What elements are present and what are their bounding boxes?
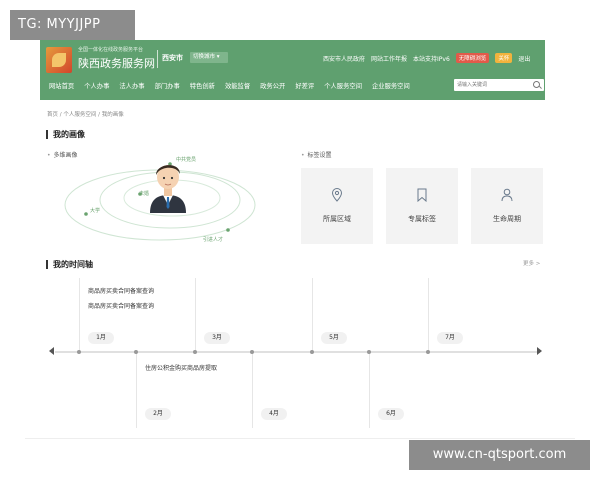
watermark-top-left: TG: MYYJJPP bbox=[10, 10, 135, 40]
breadcrumb: 首页 / 个人服务空间 / 我的画像 bbox=[47, 112, 124, 118]
nav-personal-space[interactable]: 个人服务空间 bbox=[319, 81, 367, 90]
accessibility-button[interactable]: 无障碍浏览 bbox=[455, 53, 490, 63]
timeline-guide bbox=[252, 352, 253, 428]
nav-innovation[interactable]: 特色创新 bbox=[185, 81, 220, 90]
nav-disclosure[interactable]: 政务公开 bbox=[255, 81, 290, 90]
timeline-event[interactable]: 商品房买卖合同备案查询 bbox=[88, 301, 154, 310]
tile-lifecycle-label: 生命周期 bbox=[493, 215, 521, 223]
timeline-dot bbox=[367, 350, 371, 354]
timeline-guide bbox=[136, 352, 137, 428]
care-mode-button[interactable]: 关怀 bbox=[495, 53, 513, 63]
nav-home[interactable]: 网站首页 bbox=[44, 81, 79, 90]
location-pin-icon bbox=[331, 188, 343, 202]
current-city: 西安市 bbox=[162, 54, 183, 62]
site-name[interactable]: 陕西政务服务网 bbox=[78, 55, 155, 71]
timeline-next-arrow-icon[interactable] bbox=[537, 347, 542, 355]
link-gov[interactable]: 西安市人民政府 bbox=[323, 54, 365, 63]
timeline-more-link[interactable]: 更多 > bbox=[523, 259, 540, 267]
month-label: 4月 bbox=[261, 408, 287, 420]
timeline-dot bbox=[426, 350, 430, 354]
month-label: 7月 bbox=[437, 332, 463, 344]
timeline-event[interactable]: 住房公积金购买商品房提取 bbox=[145, 363, 217, 372]
person-icon bbox=[501, 188, 513, 202]
search-input[interactable] bbox=[457, 79, 529, 91]
site-header: 全国一体化在线政务服务平台 陕西政务服务网 西安市 切换城市 ▾ 西安市人民政府… bbox=[40, 40, 545, 100]
link-ipv6[interactable]: 本站支持IPv6 bbox=[413, 54, 450, 63]
timeline-guide bbox=[79, 278, 80, 352]
month-label: 1月 bbox=[88, 332, 114, 344]
timeline-title: 我的时间轴 bbox=[46, 260, 93, 269]
bookmark-icon bbox=[417, 188, 427, 202]
month-label: 3月 bbox=[204, 332, 230, 344]
month-label: 6月 bbox=[378, 408, 404, 420]
tile-lifecycle[interactable]: 生命周期 bbox=[471, 168, 543, 244]
link-annual-report[interactable]: 网站工作年报 bbox=[371, 54, 407, 63]
timeline-dot bbox=[193, 350, 197, 354]
watermark-bottom-right: www.cn-qtsport.com bbox=[409, 440, 590, 470]
timeline-dot bbox=[134, 350, 138, 354]
tile-region[interactable]: 所属区域 bbox=[301, 168, 373, 244]
timeline-dot bbox=[77, 350, 81, 354]
timeline-guide bbox=[369, 352, 370, 428]
timeline-event[interactable]: 商品房买卖合同备案查询 bbox=[88, 286, 154, 295]
page: TG: MYYJJPP 全国一体化在线政务服务平台 陕西政务服务网 西安市 切换… bbox=[0, 0, 600, 480]
tag-settings-title: 标签设置 bbox=[301, 150, 332, 159]
nav-review[interactable]: 好差评 bbox=[290, 81, 319, 90]
site-logo[interactable] bbox=[46, 47, 72, 73]
nav-enterprise-space[interactable]: 企业服务空间 bbox=[367, 81, 415, 90]
site-slogan: 全国一体化在线政务服务平台 bbox=[78, 47, 144, 53]
timeline-guide bbox=[312, 278, 313, 352]
tile-tags-label: 专属标签 bbox=[408, 215, 436, 223]
tile-region-label: 所属区域 bbox=[323, 215, 351, 223]
month-label: 5月 bbox=[321, 332, 347, 344]
portrait-title: 我的画像 bbox=[46, 130, 85, 139]
month-label: 2月 bbox=[145, 408, 171, 420]
nav-supervision[interactable]: 效能监督 bbox=[220, 81, 255, 90]
main-nav: 网站首页 个人办事 法人办事 部门办事 特色创新 效能监督 政务公开 好差评 个… bbox=[44, 81, 415, 90]
nav-personal[interactable]: 个人办事 bbox=[79, 81, 114, 90]
header-divider bbox=[157, 50, 158, 68]
timeline-axis bbox=[55, 351, 540, 353]
timeline-dot bbox=[310, 350, 314, 354]
search-icon[interactable] bbox=[533, 81, 540, 88]
orbit-label-talent: 引进人才 bbox=[203, 237, 224, 243]
top-links: 西安市人民政府 网站工作年报 本站支持IPv6 无障碍浏览 关怀 退出 bbox=[323, 53, 530, 63]
city-switch-button[interactable]: 切换城市 ▾ bbox=[190, 52, 228, 63]
tile-tags[interactable]: 专属标签 bbox=[386, 168, 458, 244]
bottom-divider bbox=[25, 438, 575, 439]
timeline-guide bbox=[428, 278, 429, 352]
nav-department[interactable]: 部门办事 bbox=[150, 81, 185, 90]
search-box bbox=[454, 79, 544, 91]
avatar bbox=[150, 165, 186, 213]
timeline-dot bbox=[250, 350, 254, 354]
timeline-guide bbox=[195, 278, 196, 352]
orbit-label-education: 大学 bbox=[90, 208, 101, 214]
nav-corporate[interactable]: 法人办事 bbox=[114, 81, 149, 90]
logout-link[interactable]: 退出 bbox=[518, 54, 530, 63]
timeline-prev-arrow-icon[interactable] bbox=[49, 347, 54, 355]
